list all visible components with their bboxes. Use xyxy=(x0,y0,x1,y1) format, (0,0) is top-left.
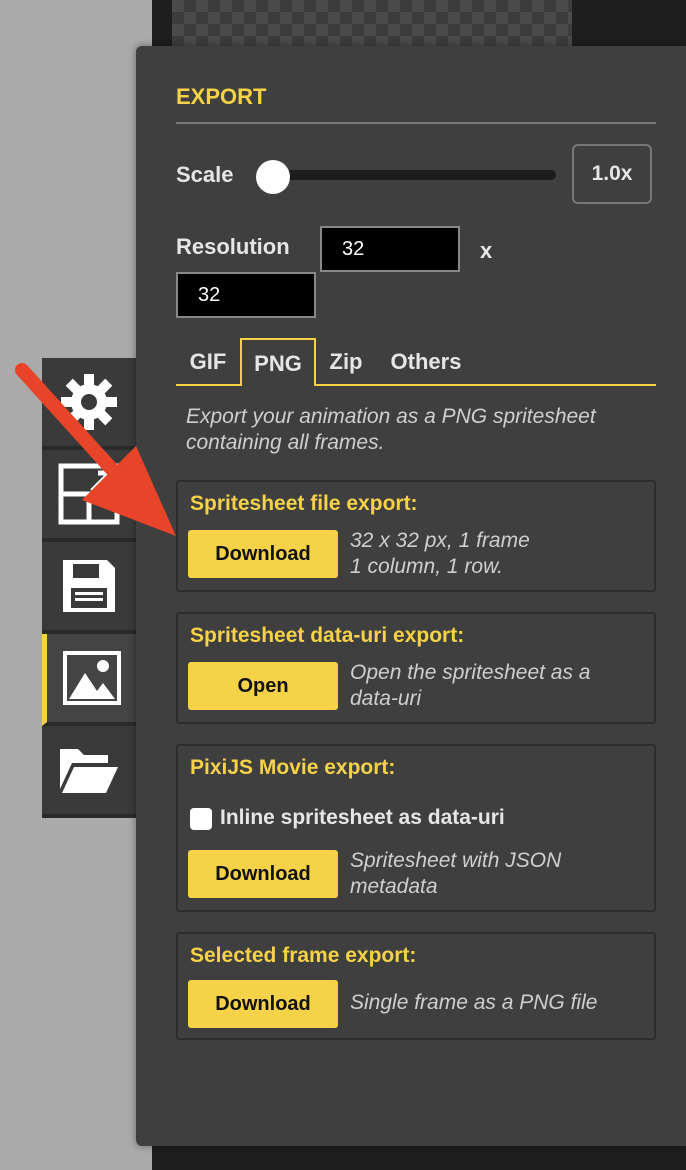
annotation-arrow-icon xyxy=(15,363,176,536)
